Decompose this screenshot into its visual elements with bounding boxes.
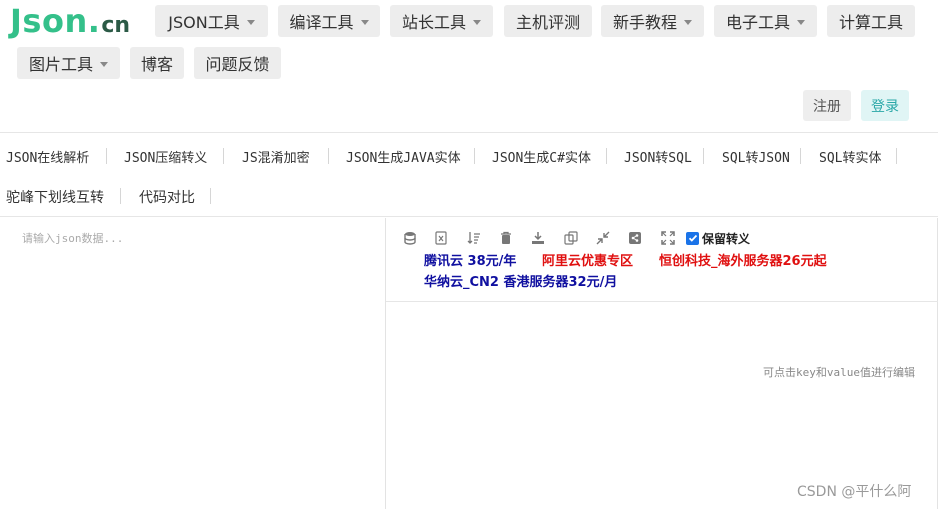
divider [800, 148, 801, 164]
register-button[interactable]: 注册 [803, 90, 851, 121]
divider [896, 148, 897, 164]
json-output-pane: 保留转义 腾讯云 38元/年 阿里云优惠专区 恒创科技_海外服务器26元起 华纳… [386, 218, 938, 509]
divider [120, 188, 121, 204]
keep-escape-toggle[interactable]: 保留转义 [686, 230, 750, 246]
copy-icon[interactable] [563, 230, 579, 246]
chevron-down-icon [473, 19, 481, 25]
nav-json-tools[interactable]: JSON工具 [155, 5, 268, 37]
tool-link-sql-to-entity[interactable]: SQL转实体 [819, 147, 881, 166]
chevron-down-icon [360, 19, 369, 25]
nav-label: 图片工具 [28, 55, 93, 74]
divider [474, 148, 475, 164]
nav-feedback[interactable]: 问题反馈 [194, 47, 281, 79]
json-input[interactable] [8, 226, 378, 496]
keep-escape-checkbox[interactable] [686, 231, 699, 245]
nav-webmaster-tools[interactable]: 站长工具 [390, 5, 493, 37]
keep-escape-label: 保留转义 [702, 231, 751, 246]
login-button[interactable]: 登录 [861, 90, 909, 121]
divider [210, 188, 211, 204]
chevron-down-icon [246, 19, 255, 25]
logo-dot: . [87, 2, 101, 40]
tool-link-json-to-csharp[interactable]: JSON生成C#实体 [492, 147, 591, 166]
nav-label: 主机评测 [515, 13, 580, 32]
nav-label: 博客 [140, 55, 173, 74]
site-logo[interactable]: Json. cn [10, 2, 130, 42]
json-input-pane [0, 218, 386, 509]
trash-icon[interactable] [498, 230, 514, 246]
output-toolbar: 保留转义 腾讯云 38元/年 阿里云优惠专区 恒创科技_海外服务器26元起 华纳… [386, 218, 938, 302]
download-icon[interactable] [530, 230, 546, 246]
chevron-down-icon [797, 19, 805, 25]
divider [223, 148, 224, 164]
tool-link-js-obfuscate[interactable]: JS混淆加密 [242, 147, 310, 166]
tool-link-json-parse[interactable]: JSON在线解析 [6, 147, 89, 166]
divider [328, 148, 329, 164]
nav-compile-tools[interactable]: 编译工具 [278, 5, 380, 37]
fullscreen-icon[interactable] [660, 230, 676, 246]
ad-link-tencent[interactable]: 腾讯云 38元/年 [424, 250, 516, 269]
tool-link-camel-snake[interactable]: 驼峰下划线互转 [6, 187, 104, 207]
nav-label: 计算工具 [838, 13, 903, 32]
divider [106, 148, 107, 164]
tool-links-bar: JSON在线解析 JSON压缩转义 JS混淆加密 JSON生成JAVA实体 JS… [0, 132, 938, 217]
divider [606, 148, 607, 164]
compress-icon[interactable] [595, 230, 611, 246]
nav-calc-tools[interactable]: 计算工具 [827, 5, 915, 37]
nav-electronic-tools[interactable]: 电子工具 [714, 5, 817, 37]
ad-link-hengchuang[interactable]: 恒创科技_海外服务器26元起 [659, 250, 827, 269]
logo-suffix: cn [101, 13, 131, 38]
nav-tutorials[interactable]: 新手教程 [601, 5, 704, 37]
tool-link-json-compress[interactable]: JSON压缩转义 [124, 147, 207, 166]
nav-host-review[interactable]: 主机评测 [504, 5, 592, 37]
nav-label: 电子工具 [725, 13, 790, 32]
nav-label: JSON工具 [168, 13, 240, 32]
database-icon[interactable] [402, 230, 418, 246]
chevron-down-icon [100, 61, 108, 67]
tool-link-json-to-sql[interactable]: JSON转SQL [624, 147, 692, 166]
chevron-down-icon [684, 19, 692, 25]
divider [703, 148, 704, 164]
edit-hint: 可点击key和value值进行编辑 [763, 366, 915, 379]
ad-link-huanayun[interactable]: 华纳云_CN2 香港服务器32元/月 [424, 271, 617, 290]
nav-label: 问题反馈 [205, 55, 270, 74]
nav-image-tools[interactable]: 图片工具 [17, 47, 120, 79]
share-icon[interactable] [627, 230, 643, 246]
tool-link-sql-to-json[interactable]: SQL转JSON [722, 147, 790, 166]
excel-icon[interactable] [433, 230, 449, 246]
sort-icon[interactable] [466, 230, 482, 246]
nav-label: 站长工具 [401, 13, 466, 32]
logo-text: Json [10, 2, 88, 40]
tool-link-json-to-java[interactable]: JSON生成JAVA实体 [346, 147, 461, 166]
nav-blog[interactable]: 博客 [130, 47, 184, 79]
nav-label: 新手教程 [612, 13, 677, 32]
csdn-watermark: CSDN @平什么阿 [797, 484, 912, 500]
ad-link-aliyun[interactable]: 阿里云优惠专区 [542, 250, 633, 269]
tool-link-code-diff[interactable]: 代码对比 [139, 187, 195, 207]
nav-label: 编译工具 [289, 13, 354, 32]
